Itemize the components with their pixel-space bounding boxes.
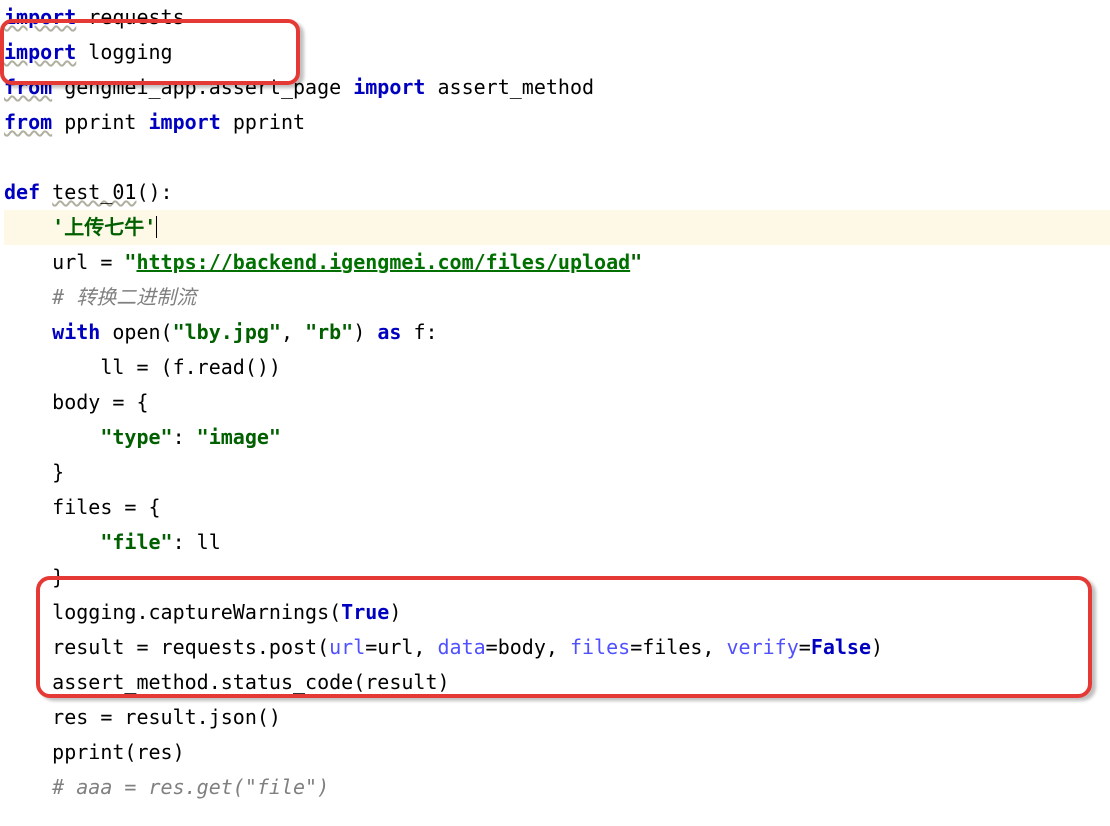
string-mode: "rb" <box>305 320 353 344</box>
text-cursor <box>156 216 157 238</box>
code-line: } <box>4 560 1110 595</box>
code-line: with open("lby.jpg", "rb") as f: <box>4 315 1110 350</box>
keyword-from: from <box>4 75 52 99</box>
docstring: '上传七牛' <box>52 215 156 239</box>
blank-line <box>4 140 1110 175</box>
string-filename: "lby.jpg" <box>173 320 281 344</box>
close-brace: } <box>52 460 64 484</box>
module-assert-method: assert_method <box>438 75 595 99</box>
keyword-import: import <box>4 5 76 29</box>
code-line: res = result.json() <box>4 700 1110 735</box>
pprint-call: pprint(res) <box>52 740 184 764</box>
keyword-import: import <box>353 75 425 99</box>
function-name: test_01 <box>52 180 136 204</box>
keyword-import: import <box>149 110 221 134</box>
logging-call: logging.captureWarnings( <box>52 600 341 624</box>
module-logging: logging <box>88 40 172 64</box>
files-assign: files = { <box>52 495 160 519</box>
param-verify: verify <box>727 635 799 659</box>
keyword-as: as <box>377 320 401 344</box>
code-line: files = { <box>4 490 1110 525</box>
code-line: "type": "image" <box>4 420 1110 455</box>
code-line: # 转换二进制流 <box>4 280 1110 315</box>
code-line: pprint(res) <box>4 735 1110 770</box>
body-assign: body = { <box>52 390 148 414</box>
code-line: logging.captureWarnings(True) <box>4 595 1110 630</box>
url-string: https://backend.igengmei.com/files/uploa… <box>136 250 630 274</box>
code-line: url = "https://backend.igengmei.com/file… <box>4 245 1110 280</box>
dict-key-type: "type" <box>100 425 172 449</box>
keyword-def: def <box>4 180 40 204</box>
code-line: } <box>4 455 1110 490</box>
close-brace: } <box>52 565 64 589</box>
code-line: from gengmei_app.assert_page import asse… <box>4 70 1110 105</box>
code-line: def test_01(): <box>4 175 1110 210</box>
param-data: data <box>438 635 486 659</box>
keyword-import: import <box>4 40 76 64</box>
code-line: "file": ll <box>4 525 1110 560</box>
code-line: body = { <box>4 385 1110 420</box>
keyword-with: with <box>52 320 100 344</box>
module-pprint: pprint <box>64 110 136 134</box>
module-pprint: pprint <box>233 110 305 134</box>
code-line: import logging <box>4 35 1110 70</box>
code-line: ll = (f.read()) <box>4 350 1110 385</box>
package-path: gengmei_app.assert_page <box>64 75 341 99</box>
code-line: import requests <box>4 0 1110 35</box>
dict-value-image: "image" <box>197 425 281 449</box>
code-line: # aaa = res.get("file") <box>4 770 1110 805</box>
keyword-from: from <box>4 110 52 134</box>
module-requests: requests <box>88 5 184 29</box>
assert-call: assert_method.status_code(result) <box>52 670 449 694</box>
string-quote: " <box>630 250 642 274</box>
comment: # aaa = res.get("file") <box>52 775 329 799</box>
param-url: url <box>329 635 365 659</box>
param-files: files <box>570 635 630 659</box>
dict-key-file: "file" <box>100 530 172 554</box>
read-expression: ll = (f.read()) <box>100 355 281 379</box>
json-call: res = result.json() <box>52 705 281 729</box>
code-line: from pprint import pprint <box>4 105 1110 140</box>
bool-false: False <box>811 635 871 659</box>
requests-post: result = requests.post( <box>52 635 329 659</box>
bool-true: True <box>341 600 389 624</box>
code-line: assert_method.status_code(result) <box>4 665 1110 700</box>
string-quote: " <box>124 250 136 274</box>
code-editor[interactable]: import requests import logging from geng… <box>0 0 1110 805</box>
code-line-highlighted: '上传七牛' <box>4 210 1110 245</box>
open-call: open( <box>100 320 172 344</box>
parentheses: (): <box>136 180 172 204</box>
assignment: url = <box>52 250 124 274</box>
code-line: result = requests.post(url=url, data=bod… <box>4 630 1110 665</box>
comment: # 转换二进制流 <box>52 285 196 309</box>
